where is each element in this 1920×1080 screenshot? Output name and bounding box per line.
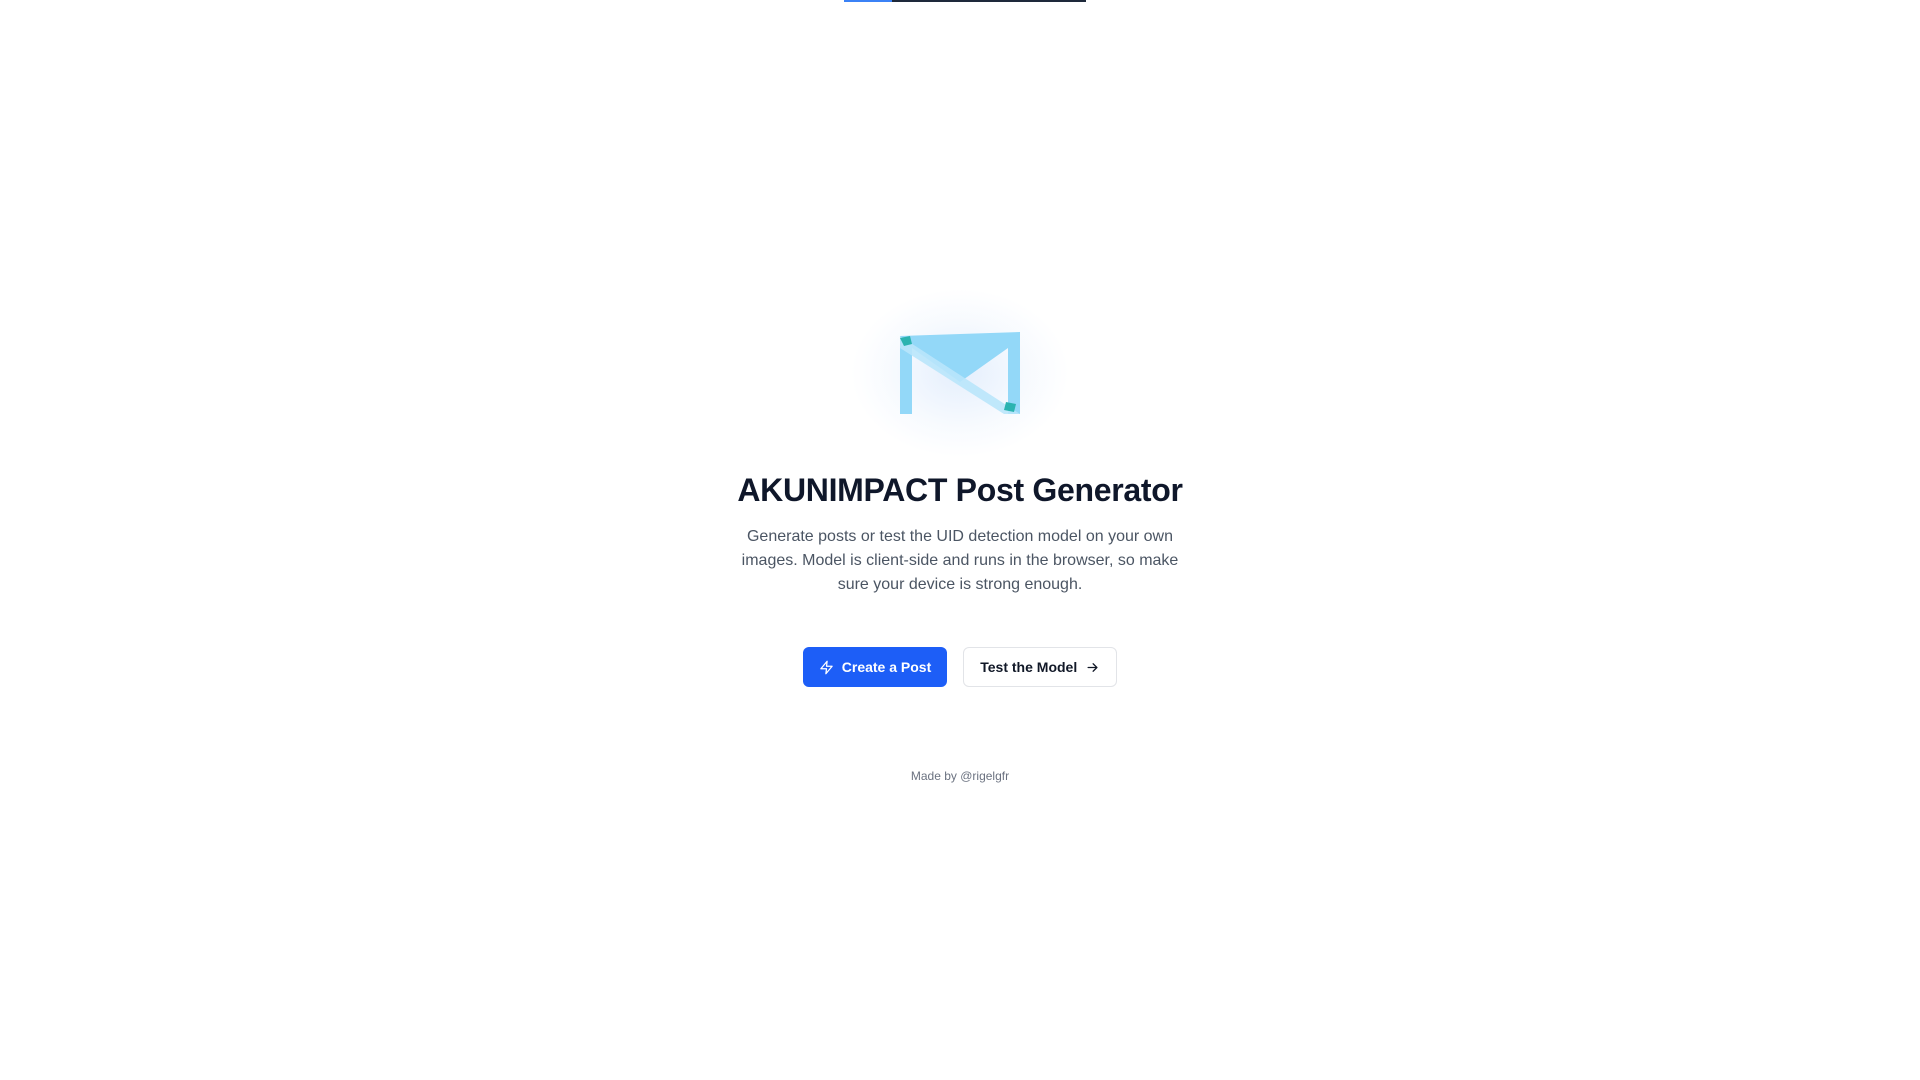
page-title: AKUNIMPACT Post Generator bbox=[737, 472, 1183, 508]
create-post-button[interactable]: Create a Post bbox=[802, 647, 948, 687]
footer-credit: Made by @rigelgfr bbox=[910, 769, 1010, 783]
logo-container bbox=[850, 288, 1070, 458]
create-post-label: Create a Post bbox=[841, 659, 932, 675]
action-buttons: Create a Post Test the Model bbox=[802, 647, 1118, 687]
test-model-button[interactable]: Test the Model bbox=[963, 647, 1118, 687]
envelope-logo-icon bbox=[900, 332, 1020, 414]
page-loading-bar bbox=[844, 0, 1086, 2]
hero-section: AKUNIMPACT Post Generator Generate posts… bbox=[0, 288, 1920, 783]
page-loading-bar-fill bbox=[844, 0, 893, 2]
test-model-label: Test the Model bbox=[980, 659, 1078, 675]
arrow-right-icon bbox=[1085, 660, 1100, 675]
page-description: Generate posts or test the UID detection… bbox=[741, 528, 1179, 593]
lightning-icon bbox=[819, 660, 834, 675]
